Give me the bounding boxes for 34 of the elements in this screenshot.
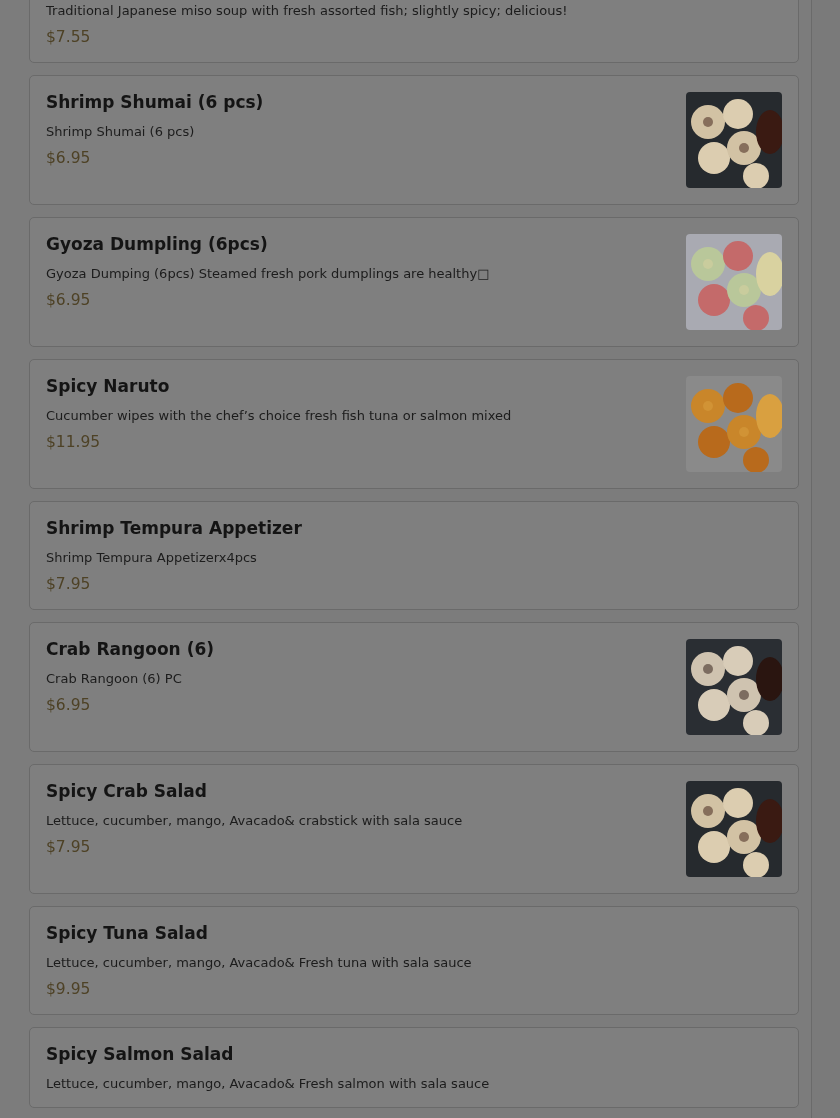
item-title: Crab Rangoon (6) bbox=[46, 639, 215, 659]
menu-item-card[interactable]: Traditional Japanese miso soup with fresh assorted fish; slightly spicy; delicious! $7.55 bbox=[29, 0, 799, 63]
item-title: Spicy Naruto bbox=[46, 376, 171, 396]
item-price: $6.95 bbox=[46, 696, 92, 714]
item-description: Lettuce, cucumber, mango, Avacado& Fresh tuna with sala sauce bbox=[46, 955, 473, 970]
item-price: $11.95 bbox=[46, 433, 102, 451]
item-description: Crab Rangoon (6) PC bbox=[46, 671, 183, 686]
item-price: $6.95 bbox=[46, 149, 92, 167]
item-title: Gyoza Dumpling (6pcs) bbox=[46, 234, 269, 254]
item-description: Gyoza Dumping (6pcs) Steamed fresh pork dumplings are healthy□ bbox=[46, 266, 491, 281]
item-description: Shrimp Tempura Appetizerx4pcs bbox=[46, 550, 258, 565]
menu-item-card[interactable]: Spicy Naruto Cucumber wipes with the chef’s choice fresh fish tuna or salmon mixed $11.95 bbox=[29, 359, 799, 489]
item-price: $7.95 bbox=[46, 838, 92, 856]
menu-item-card[interactable]: Spicy Crab Salad Lettuce, cucumber, mango, Avacado& crabstick with sala sauce $7.95 bbox=[29, 764, 799, 894]
item-price: $9.95 bbox=[46, 980, 92, 998]
item-description: Shrimp Shumai (6 pcs) bbox=[46, 124, 196, 139]
menu-item-card[interactable]: Spicy Tuna Salad Lettuce, cucumber, mango, Avacado& Fresh tuna with sala sauce $9.95 bbox=[29, 906, 799, 1015]
item-title: Spicy Crab Salad bbox=[46, 781, 208, 801]
item-title: Spicy Tuna Salad bbox=[46, 923, 209, 943]
item-price: $7.55 bbox=[46, 28, 92, 46]
item-description: Traditional Japanese miso soup with fresh assorted fish; slightly spicy; delicious! bbox=[46, 3, 569, 18]
menu-item-card[interactable]: Spicy Salmon Salad Lettuce, cucumber, mango, Avacado& Fresh salmon with sala sauce bbox=[29, 1027, 799, 1108]
menu-item-card[interactable]: Crab Rangoon (6) Crab Rangoon (6) PC $6.95 bbox=[29, 622, 799, 752]
item-price: $7.95 bbox=[46, 575, 92, 593]
item-title: Shrimp Tempura Appetizer bbox=[46, 518, 303, 538]
item-description: Cucumber wipes with the chef’s choice fresh fish tuna or salmon mixed bbox=[46, 408, 513, 423]
item-title: Spicy Salmon Salad bbox=[46, 1044, 235, 1064]
menu-item-card[interactable]: Shrimp Shumai (6 pcs) Shrimp Shumai (6 pcs) $6.95 bbox=[29, 75, 799, 205]
item-description: Lettuce, cucumber, mango, Avacado& crabstick with sala sauce bbox=[46, 813, 464, 828]
menu-item-card[interactable]: Gyoza Dumpling (6pcs) Gyoza Dumping (6pcs) Steamed fresh pork dumplings are healthy□ $6.95 bbox=[29, 217, 799, 347]
menu-item-card[interactable]: Shrimp Tempura Appetizer Shrimp Tempura Appetizerx4pcs $7.95 bbox=[29, 501, 799, 610]
item-description: Lettuce, cucumber, mango, Avacado& Fresh salmon with sala sauce bbox=[46, 1076, 491, 1091]
item-title: Shrimp Shumai (6 pcs) bbox=[46, 92, 265, 112]
item-price: $6.95 bbox=[46, 291, 92, 309]
